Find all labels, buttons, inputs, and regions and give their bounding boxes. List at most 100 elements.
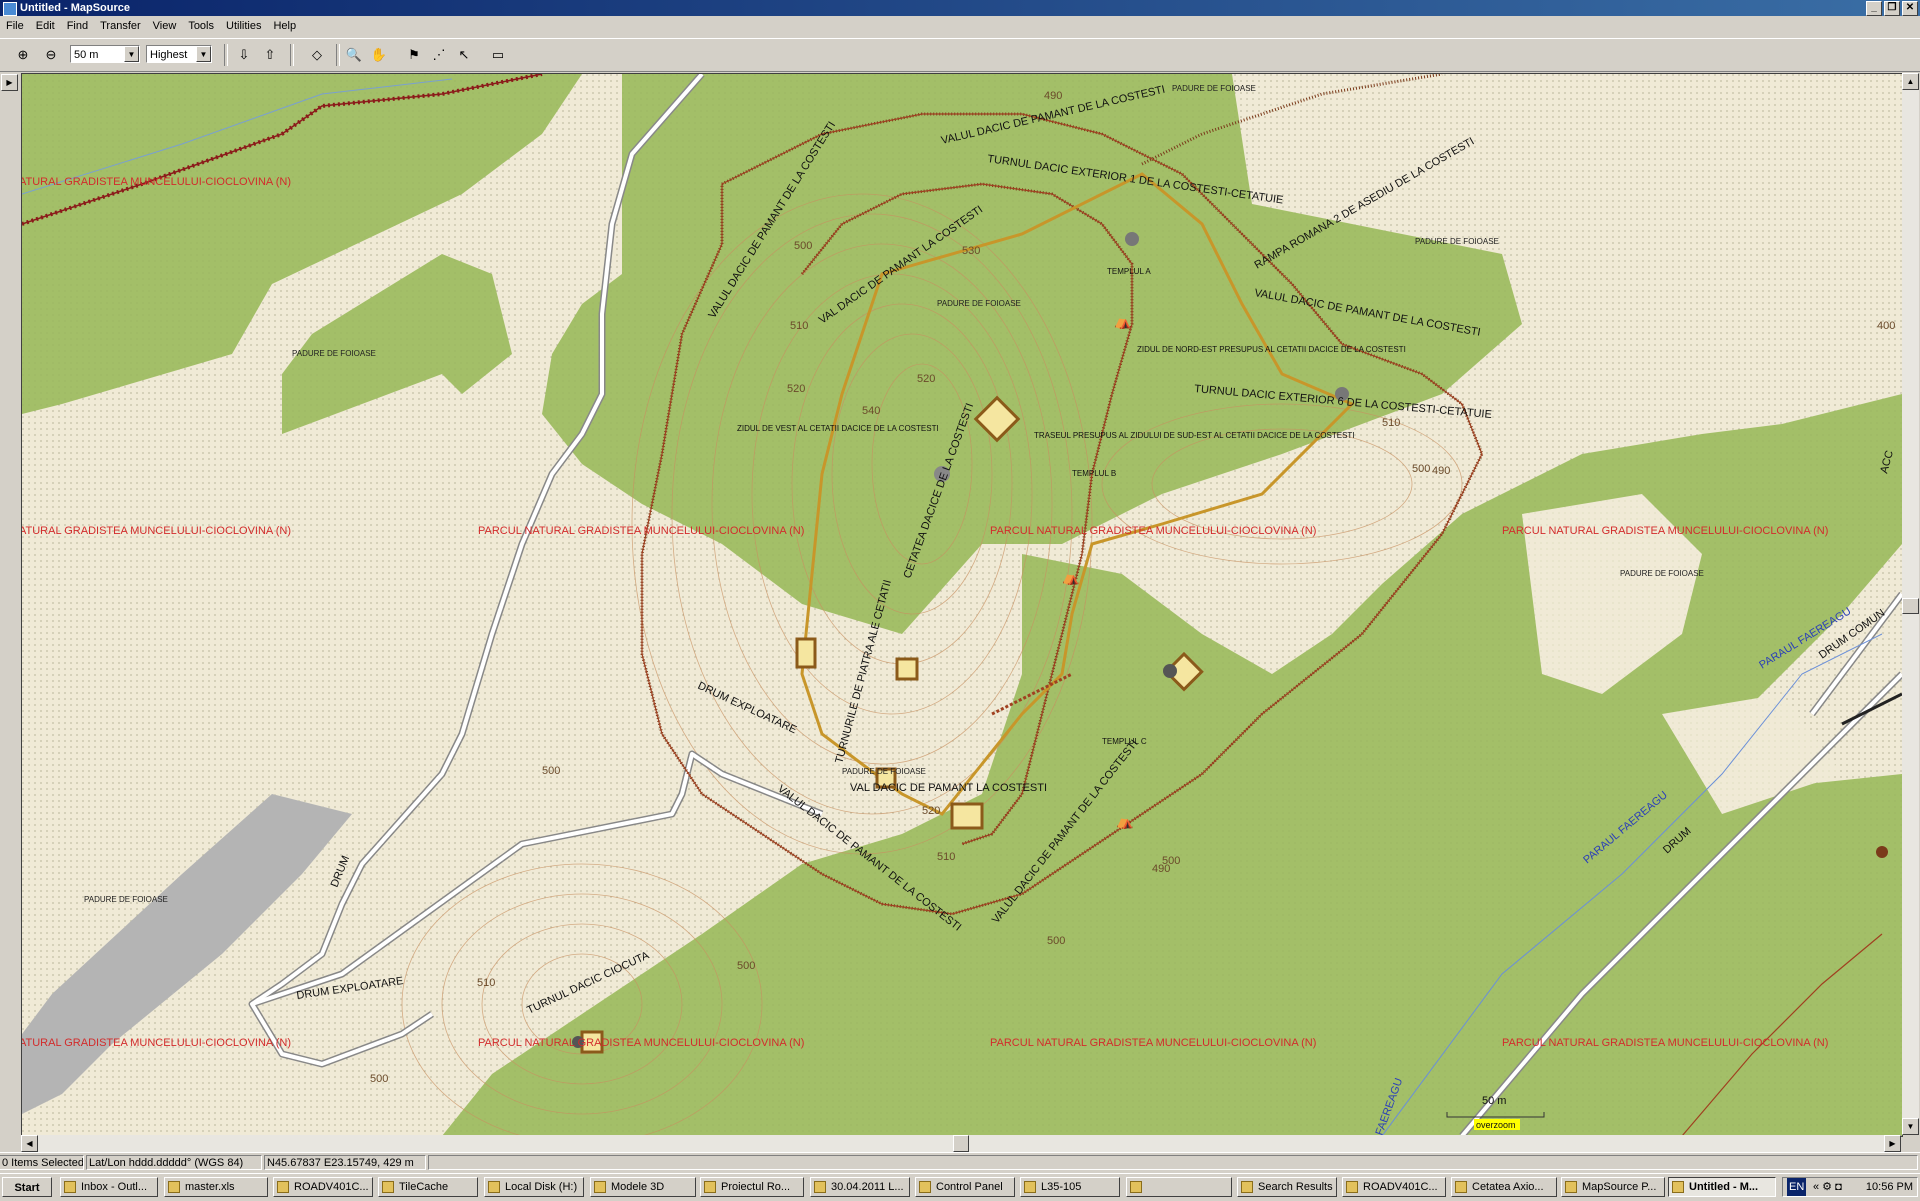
taskbar-item[interactable]: master.xls [164, 1177, 268, 1197]
scroll-down-button[interactable]: ▼ [1902, 1118, 1919, 1135]
app-icon [3, 2, 17, 16]
contour-label: 530 [962, 245, 980, 257]
menu-help[interactable]: Help [267, 17, 302, 36]
mapsource-icon [1672, 1181, 1684, 1193]
taskbar-item[interactable]: Control Panel [915, 1177, 1015, 1197]
zoom-in-icon[interactable]: ⊕ [12, 44, 34, 66]
taskbar-item-label: 30.04.2011 L... [831, 1181, 904, 1193]
menu-find[interactable]: Find [61, 17, 94, 36]
forest-label: PADURE DE FOIOASE [292, 349, 376, 358]
menu-tools[interactable]: Tools [182, 17, 220, 36]
restore-button[interactable]: ❐ [1884, 1, 1900, 16]
folder-icon [1130, 1181, 1142, 1193]
forest-label: PADURE DE FOIOASE [1172, 84, 1256, 93]
menu-transfer[interactable]: Transfer [94, 17, 147, 36]
scroll-left-button[interactable]: ◀ [21, 1135, 38, 1152]
language-indicator[interactable]: EN [1787, 1178, 1807, 1196]
status-bar: 0 Items Selected Lat/Lon hddd.ddddd° (WG… [0, 1152, 1920, 1173]
contour-label: 500 [794, 240, 812, 252]
folder-icon [1346, 1181, 1358, 1193]
taskbar-item[interactable]: Inbox - Outl... [60, 1177, 158, 1197]
park-label: ATURAL GRADISTEA MUNCELULUI-CIOCLOVINA (… [22, 176, 291, 188]
toolbar: ⊕ ⊖ 50 m ▼ Highest ▼ ⇩ ⇧ ◇ 🔍 ✋ ⚑ ⋰ ↖ ▭ [0, 38, 1920, 72]
zoom-out-icon[interactable]: ⊖ [40, 44, 62, 66]
selection-tool-icon[interactable]: ↖ [453, 44, 475, 66]
scroll-up-button[interactable]: ▲ [1902, 73, 1919, 90]
send-to-device-icon[interactable]: ⇧ [259, 44, 281, 66]
map-label: TRASEUL PRESUPUS AL ZIDULUI DE SUD-EST A… [1034, 431, 1355, 440]
tray-icons[interactable]: « ⚙ ◘ [1813, 1178, 1842, 1196]
contour-label: 490 [1152, 863, 1170, 875]
taskbar-item-label: Search Results [1258, 1181, 1333, 1193]
park-label: PARCUL NATURAL GRADISTEA MUNCELULUI-CIOC… [478, 1037, 804, 1049]
horizontal-scroll-thumb[interactable] [953, 1135, 969, 1152]
menu-utilities[interactable]: Utilities [220, 17, 267, 36]
clock: 10:56 PM [1865, 1181, 1913, 1193]
contour-label: 500 [370, 1073, 388, 1085]
park-label: PARCUL NATURAL GRADISTEA MUNCELULUI-CIOC… [990, 1037, 1316, 1049]
taskbar-item[interactable]: MapSource P... [1561, 1177, 1665, 1197]
taskbar-item[interactable]: Search Results [1237, 1177, 1337, 1197]
contour-label: 510 [477, 977, 495, 989]
taskbar-item[interactable] [1126, 1177, 1232, 1197]
toolbar-separator [336, 44, 340, 66]
zoom-scale-select[interactable]: 50 m ▼ [70, 45, 140, 63]
browser-icon [1455, 1181, 1467, 1193]
taskbar-item[interactable]: Modele 3D [590, 1177, 696, 1197]
taskbar-item[interactable]: ROADV401C... [273, 1177, 373, 1197]
taskbar-item-label: Inbox - Outl... [81, 1181, 148, 1193]
vertical-scrollbar[interactable]: ▲ ▼ [1902, 73, 1919, 1135]
taskbar-item-label: Modele 3D [611, 1181, 665, 1193]
taskbar-item-active[interactable]: Untitled - M... [1668, 1177, 1776, 1197]
system-tray: EN « ⚙ ◘ 10:56 PM [1782, 1177, 1918, 1197]
taskbar-item-label: Proiectul Ro... [721, 1181, 791, 1193]
outlook-icon [64, 1181, 76, 1193]
chevron-down-icon[interactable]: ▼ [124, 46, 139, 62]
taskbar-item-label: TileCache [399, 1181, 449, 1193]
forest-label: PADURE DE FOIOASE [1415, 237, 1499, 246]
map-label: ZIDUL DE VEST AL CETATII DACICE DE LA CO… [737, 424, 939, 433]
scroll-right-button[interactable]: ▶ [1884, 1135, 1901, 1152]
zoom-tool-icon[interactable]: 🔍 [343, 44, 365, 66]
contour-label: 400 [1877, 320, 1895, 332]
close-button[interactable]: ✕ [1902, 1, 1918, 16]
measure-tool-icon[interactable]: ▭ [487, 44, 509, 66]
start-label: Start [14, 1182, 40, 1194]
taskbar-item[interactable]: 30.04.2011 L... [810, 1177, 910, 1197]
receive-from-device-icon[interactable]: ⇩ [233, 44, 255, 66]
title-bar: Untitled - MapSource _ ❐ ✕ [0, 0, 1920, 16]
forest-label: PADURE DE FOIOASE [842, 767, 926, 776]
control-panel-icon [919, 1181, 931, 1193]
contour-label: 520 [917, 373, 935, 385]
map-tool-icon[interactable]: ◇ [306, 44, 328, 66]
horizontal-scrollbar[interactable]: ◀ ▶ [21, 1135, 1901, 1152]
route-tool-icon[interactable]: ⋰ [428, 44, 450, 66]
menu-edit[interactable]: Edit [30, 17, 61, 36]
expand-panel-button[interactable]: ▶ [1, 74, 18, 91]
taskbar-item[interactable]: Proiectul Ro... [700, 1177, 804, 1197]
minimize-button[interactable]: _ [1866, 1, 1882, 16]
waypoint-tool-icon[interactable]: ⚑ [403, 44, 425, 66]
toolbar-separator [224, 44, 228, 66]
folder-icon [594, 1181, 606, 1193]
forest-texture [22, 74, 1902, 1136]
excel-icon [168, 1181, 180, 1193]
taskbar-item[interactable]: ROADV401C... [1342, 1177, 1446, 1197]
hand-tool-icon[interactable]: ✋ [368, 44, 390, 66]
chevron-down-icon[interactable]: ▼ [196, 46, 211, 62]
forest-label: PADURE DE FOIOASE [84, 895, 168, 904]
taskbar-item[interactable]: Local Disk (H:) [484, 1177, 584, 1197]
taskbar-item[interactable]: Cetatea Axio... [1451, 1177, 1557, 1197]
park-label: PARCUL NATURAL GRADISTEA MUNCELULUI-CIOC… [1502, 1037, 1828, 1049]
vertical-scroll-thumb[interactable] [1902, 598, 1919, 614]
taskbar-item[interactable]: TileCache [378, 1177, 478, 1197]
menu-view[interactable]: View [147, 17, 183, 36]
taskbar-item-label: Local Disk (H:) [505, 1181, 578, 1193]
menu-file[interactable]: File [0, 17, 30, 36]
taskbar-item[interactable]: L35-105 [1020, 1177, 1120, 1197]
map-canvas[interactable]: ⛺ ⛺ ⛺ ATURAL GRADISTEA MUNCELULUI-CIOCLO… [21, 73, 1903, 1137]
taskbar-item-label: ROADV401C... [1363, 1181, 1438, 1193]
detail-select[interactable]: Highest ▼ [146, 45, 212, 63]
status-cursor-position: N45.67837 E23.15749, 429 m [264, 1155, 426, 1170]
start-button[interactable]: Start [2, 1177, 52, 1197]
